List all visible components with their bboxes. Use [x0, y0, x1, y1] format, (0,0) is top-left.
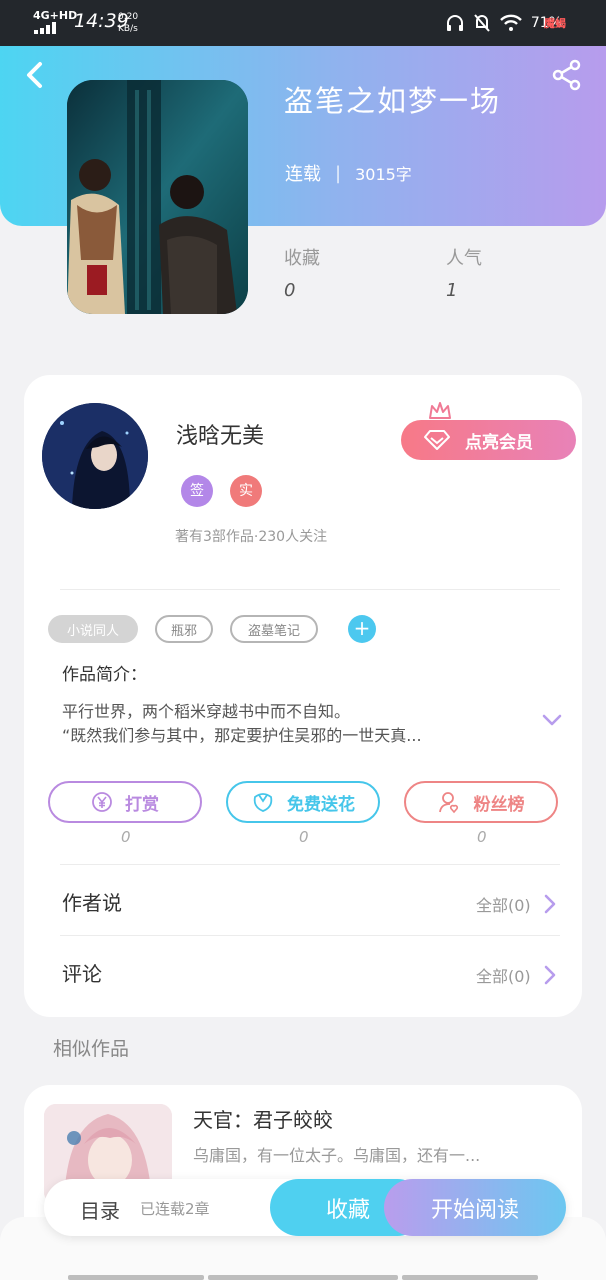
fan-icon	[438, 792, 458, 814]
send-flower-button[interactable]: 免费送花	[226, 781, 380, 823]
diamond-icon	[424, 430, 450, 450]
stat-popularity: 人气 1	[446, 248, 482, 301]
author-name[interactable]: 浅晗无美	[176, 418, 264, 450]
stat-favorites: 收藏 0	[284, 248, 320, 301]
share-icon[interactable]	[550, 58, 584, 92]
fan-ranking-button[interactable]: 粉丝榜	[404, 781, 558, 823]
tag-pingxie[interactable]: 瓶邪	[155, 615, 213, 643]
intro-text: 平行世界，两个稻米穿越书中而不自知。 “既然我们参与其中，那定要护住吴邪的一世天…	[62, 702, 422, 745]
toc-button[interactable]: 目录	[80, 1195, 120, 1224]
network-indicator: 4G+HD	[33, 9, 78, 22]
comments-title[interactable]: 评论	[62, 958, 102, 987]
tag-daomu[interactable]: 盗墓笔记	[230, 615, 318, 643]
tip-button[interactable]: 打赏	[48, 781, 202, 823]
author-avatar[interactable]	[42, 403, 148, 509]
chevron-right-icon[interactable]	[543, 893, 557, 915]
meta-separator: |	[335, 162, 342, 184]
book-title: 盗笔之如梦一场	[284, 84, 502, 118]
back-icon[interactable]	[20, 58, 50, 92]
similar-works-label: 相似作品	[53, 1038, 130, 1060]
flower-icon	[253, 793, 273, 812]
book-cover[interactable]	[67, 80, 248, 314]
tip-count: 0	[121, 828, 131, 846]
author-says-title[interactable]: 作者说	[62, 887, 122, 916]
divider	[60, 864, 560, 865]
network-speed: 0.20 KB/s	[118, 12, 139, 34]
mute-bell-icon	[474, 14, 490, 32]
nav-indicator	[208, 1275, 398, 1280]
book-meta: 连载 | 3015字	[285, 160, 412, 186]
headphones-icon	[446, 15, 463, 31]
author-says-all-link[interactable]: 全部(0)	[476, 892, 531, 916]
expand-chevron-icon[interactable]	[540, 712, 564, 728]
crown-icon	[429, 402, 451, 419]
similar-work-title[interactable]: 天官：君子皎皎	[193, 1104, 333, 1133]
word-count: 3015字	[355, 165, 412, 184]
nav-indicator	[68, 1275, 204, 1280]
start-reading-button[interactable]: 开始阅读	[384, 1179, 566, 1236]
fan-count: 0	[477, 828, 487, 846]
intro-title: 作品简介：	[62, 665, 147, 685]
similar-work-desc: 乌庸国，有一位太子。乌庸国，还有一...	[193, 1146, 481, 1165]
author-stats: 著有3部作品·230人关注	[175, 529, 328, 545]
nav-indicator	[402, 1275, 538, 1280]
chevron-right-icon[interactable]	[543, 964, 557, 986]
add-tag-button[interactable]: +	[348, 615, 376, 643]
signed-badge: 签	[181, 475, 213, 507]
yen-icon	[92, 792, 112, 812]
toc-status: 已连载2章	[140, 1200, 210, 1218]
book-status: 连载	[285, 164, 321, 185]
signal-icon	[34, 22, 60, 34]
flower-count: 0	[299, 828, 309, 846]
status-bar: 4G+HD 14:39 0.20 KB/s 71% 魔蝎	[0, 0, 606, 46]
comments-all-link[interactable]: 全部(0)	[476, 963, 531, 987]
wifi-icon	[500, 14, 522, 31]
app-logo: 魔蝎	[544, 17, 566, 30]
vip-button[interactable]: 点亮会员	[401, 420, 576, 460]
divider	[60, 589, 560, 590]
verified-badge: 实	[230, 475, 262, 507]
divider	[60, 935, 560, 936]
tag-fanfic[interactable]: 小说同人	[48, 615, 138, 643]
